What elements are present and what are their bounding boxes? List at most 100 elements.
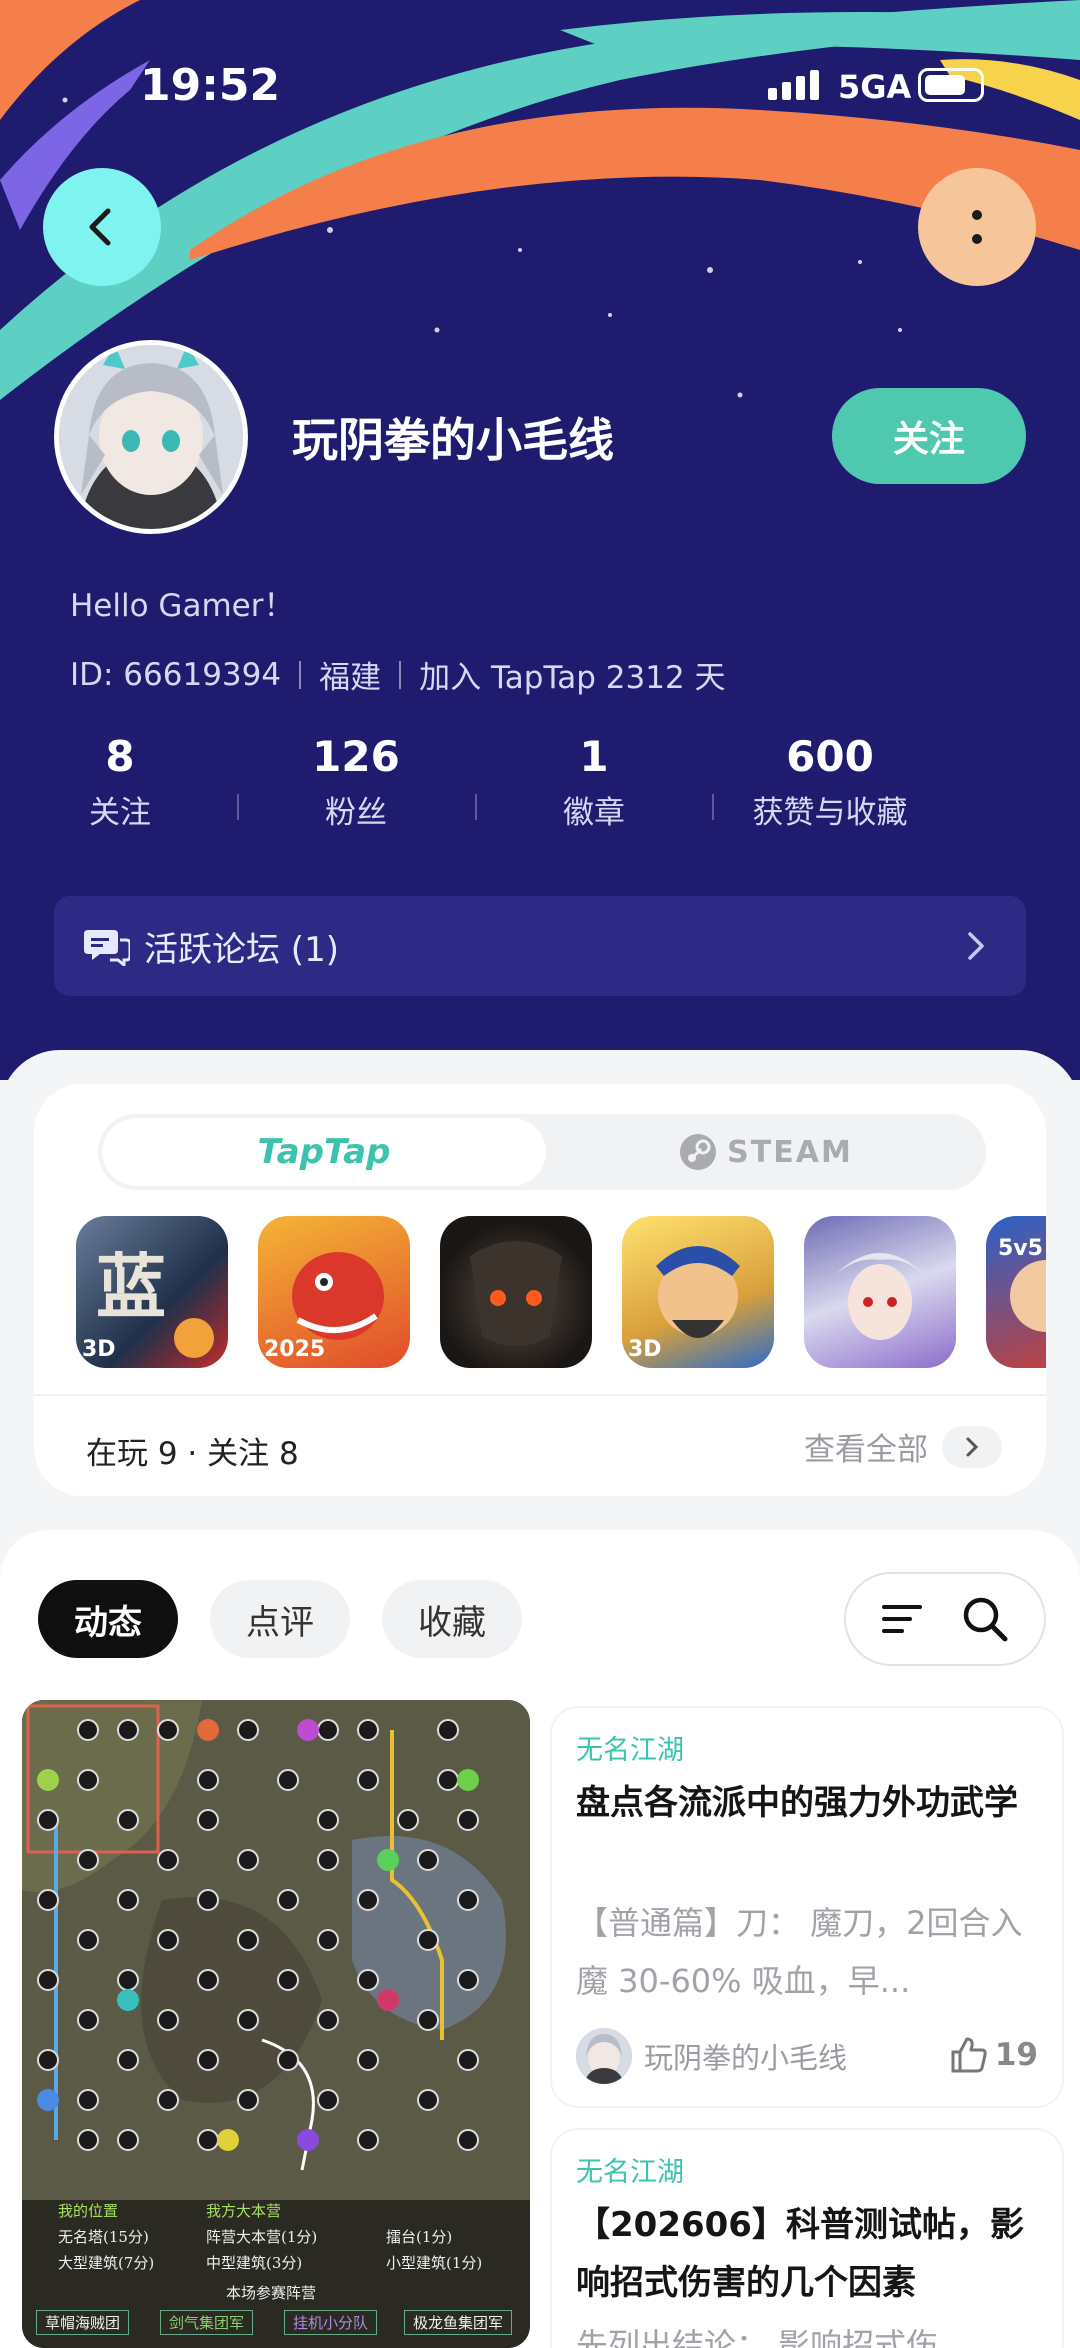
faction-tag: 极龙鱼集团军	[404, 2310, 513, 2335]
tab-reviews[interactable]: 点评	[210, 1580, 350, 1658]
profile-stats: 8 关注 126 粉丝 1 徽章 600 获赞与收藏	[0, 732, 1080, 842]
game-art	[470, 1241, 562, 1346]
stat-badges[interactable]: 1 徽章	[474, 732, 714, 832]
platform-toggle: TapTap STEAM	[98, 1114, 986, 1190]
profile-meta: ID: 66619394 福建 加入 TapTap 2312 天	[70, 652, 726, 697]
svg-text:蓝: 蓝	[96, 1245, 166, 1328]
profile-header: 19:52 5GA 玩阴拳的小毛线 关注 Hello Gamer！ ID: 66…	[0, 0, 1080, 1080]
chevron-right-icon	[968, 932, 984, 960]
post-author[interactable]: 玩阴拳的小毛线	[576, 2028, 847, 2084]
more-options-button[interactable]	[918, 168, 1036, 286]
author-name: 玩阴拳的小毛线	[644, 2041, 848, 2075]
stat-label: 徽章	[563, 795, 625, 831]
stat-label: 关注	[89, 795, 151, 831]
stat-value: 1	[579, 732, 609, 781]
post-category[interactable]: 无名江湖	[576, 2150, 684, 2189]
legend-item: 阵营大本营(1分)	[206, 2228, 318, 2246]
game-tag: 5v5	[998, 1236, 1043, 1261]
chat-bubble-icon	[84, 930, 130, 966]
post-excerpt: 先列出结论： 影响招式伤...	[576, 2326, 969, 2348]
signal-icon	[768, 70, 819, 100]
see-all-button[interactable]: 查看全部	[804, 1424, 1002, 1469]
filter-icon[interactable]	[880, 1599, 924, 1639]
post-card[interactable]: 无名江湖 【202606】科普测试帖，影响招式伤害的几个因素 先列出结论： 影响…	[552, 2130, 1062, 2348]
legend-item: 擂台(1分)	[386, 2228, 453, 2246]
stat-following[interactable]: 8 关注	[0, 732, 240, 832]
more-vertical-icon	[972, 210, 982, 244]
game-tag: 3D	[628, 1337, 662, 1362]
game-icon-3[interactable]	[440, 1216, 592, 1368]
map-legend: 我的位置 我方大本营 无名塔(15分) 阵营大本营(1分) 擂台(1分) 大型建…	[36, 2196, 516, 2346]
meta-divider	[399, 660, 402, 689]
chevron-left-icon	[89, 208, 111, 246]
tab-activity[interactable]: 动态	[38, 1580, 178, 1658]
legend-caption: 本场参赛阵营	[226, 2284, 317, 2302]
stat-value: 600	[786, 732, 874, 781]
user-id: ID: 66619394	[70, 656, 282, 693]
played-games-list: 蓝 3D 2025 3D 5v5	[34, 1216, 1046, 1372]
activity-feed: 动态 点评 收藏 我的位置 我方大本营 无名塔(15分) 阵营大本营(1分) 擂…	[0, 1530, 1080, 2348]
user-region: 福建	[319, 660, 382, 696]
tab-steam[interactable]: STEAM	[550, 1118, 982, 1186]
stat-label: 粉丝	[325, 795, 387, 831]
forum-label: 活跃论坛 (1)	[144, 929, 339, 970]
legend-item: 大型建筑(7分)	[58, 2254, 155, 2272]
like-button[interactable]: 19	[949, 2036, 1038, 2074]
game-tag: 2025	[264, 1337, 326, 1362]
game-icon-4[interactable]: 3D	[622, 1216, 774, 1368]
legend-item: 小型建筑(1分)	[386, 2254, 483, 2272]
faction-tag: 草帽海贼团	[36, 2310, 130, 2335]
post-card[interactable]: 无名江湖 盘点各流派中的强力外功武学 【普通篇】刀： 魔刀，2回合入魔 30-6…	[552, 1708, 1062, 2106]
post-image-card[interactable]: 我的位置 我方大本营 无名塔(15分) 阵营大本营(1分) 擂台(1分) 大型建…	[22, 1700, 530, 2348]
legend-item: 我方大本营	[206, 2202, 282, 2220]
faction-tag: 剑气集团军	[160, 2310, 254, 2335]
see-all-arrow	[942, 1425, 1002, 1468]
like-count: 19	[994, 2037, 1038, 2073]
stat-followers[interactable]: 126 粉丝	[236, 732, 476, 832]
tab-favorites[interactable]: 收藏	[382, 1580, 522, 1658]
games-card: TapTap STEAM 蓝 3D 2025 3D 5v5 在玩 9 · 关注 …	[34, 1084, 1046, 1496]
post-excerpt: 【普通篇】刀： 魔刀，2回合入魔 30-60% 吸血，早...	[576, 1904, 1023, 2000]
author-avatar	[576, 2028, 632, 2084]
join-days: 加入 TapTap 2312 天	[419, 660, 726, 696]
follow-button[interactable]: 关注	[832, 388, 1026, 484]
stat-likes[interactable]: 600 获赞与收藏	[710, 732, 950, 832]
stat-label: 获赞与收藏	[752, 795, 908, 831]
active-forum-row[interactable]: 活跃论坛 (1)	[54, 896, 1026, 996]
avatar-image	[576, 2028, 632, 2084]
thumbs-up-icon	[951, 2037, 987, 2073]
divider	[34, 1394, 1046, 1396]
network-type: 5GA	[838, 68, 912, 106]
search-icon[interactable]	[959, 1593, 1011, 1645]
game-icon-6[interactable]: 5v5	[986, 1216, 1046, 1368]
username: 玩阴拳的小毛线	[292, 413, 614, 467]
tab-taptap[interactable]: TapTap	[102, 1118, 546, 1186]
battery-icon	[918, 68, 984, 102]
stat-value: 126	[312, 732, 400, 781]
post-category[interactable]: 无名江湖	[576, 1728, 684, 1767]
games-summary: 在玩 9 · 关注 8	[86, 1436, 299, 1472]
avatar[interactable]	[54, 340, 248, 534]
stat-value: 8	[105, 732, 135, 781]
avatar-image	[59, 345, 243, 529]
bio-text: Hello Gamer！	[70, 588, 295, 624]
legend-item: 我的位置	[58, 2202, 119, 2220]
chevron-right-icon	[966, 1437, 979, 1456]
game-art	[834, 1253, 926, 1340]
game-icon-2[interactable]: 2025	[258, 1216, 410, 1368]
status-bar: 19:52 5GA	[0, 58, 1080, 118]
back-button[interactable]	[43, 168, 161, 286]
legend-item: 无名塔(15分)	[58, 2228, 149, 2246]
game-tag: 3D	[82, 1337, 116, 1362]
faction-tag: 挂机小分队	[284, 2310, 378, 2335]
post-title: 盘点各流派中的强力外功武学	[576, 1783, 1018, 1823]
steam-icon	[680, 1134, 717, 1170]
post-title: 【202606】科普测试帖，影响招式伤害的几个因素	[576, 2205, 1024, 2303]
status-time: 19:52	[140, 60, 281, 111]
steam-label: STEAM	[727, 1134, 853, 1170]
legend-item: 中型建筑(3分)	[206, 2254, 303, 2272]
feed-tools	[844, 1572, 1046, 1666]
game-icon-1[interactable]: 蓝 3D	[76, 1216, 228, 1368]
game-icon-5[interactable]	[804, 1216, 956, 1368]
meta-divider	[299, 660, 302, 689]
